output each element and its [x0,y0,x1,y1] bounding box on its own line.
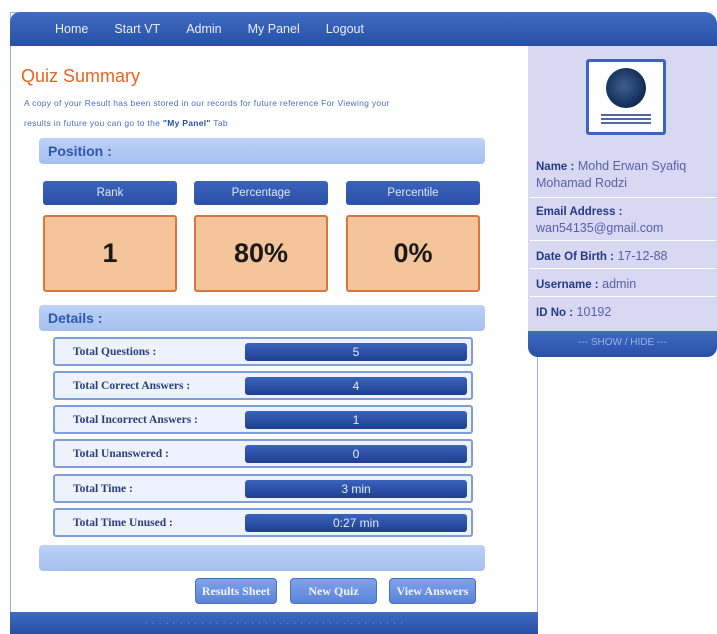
profile-dob: Date Of Birth : 17-12-88 [536,248,712,265]
percentage-label: Percentage [194,181,328,205]
logo-emblem [606,68,646,108]
profile-divider [530,296,716,297]
profile-username-label: Username : [536,279,599,291]
profile-id-label: ID No : [536,307,574,319]
detail-row-time-unused: Total Time Unused : 0:27 min [53,508,473,537]
intro-text: A copy of your Result has been stored in… [24,93,524,133]
rank-value: 1 [43,215,177,292]
show-hide-toggle[interactable]: --- SHOW / HIDE --- [528,331,717,357]
detail-value: 3 min [245,480,467,498]
nav-logout[interactable]: Logout [326,22,364,36]
detail-row-correct-answers: Total Correct Answers : 4 [53,371,473,400]
nav-my-panel[interactable]: My Panel [248,22,300,36]
new-quiz-button[interactable]: New Quiz [290,578,377,604]
profile-divider [530,268,716,269]
nav-home[interactable]: Home [55,22,88,36]
profile-name: Name : Mohd Erwan Syafiq Mohamad Rodzi [536,158,712,191]
page-footer: · · · · · · · · · · · · · · · · · · · · … [10,612,538,634]
profile-username: Username : admin [536,276,712,293]
details-footer-bar [39,545,485,571]
page-title: Quiz Summary [21,66,141,86]
detail-row-total-questions: Total Questions : 5 [53,337,473,366]
percentile-value: 0% [346,215,480,292]
university-logo-icon [586,59,666,135]
detail-label: Total Incorrect Answers : [73,414,198,426]
profile-email: Email Address : wan54135@gmail.com [536,203,712,236]
profile-email-label: Email Address : [536,206,623,218]
position-section-bar: Position : [39,138,485,164]
profile-divider [530,240,716,241]
rank-label: Rank [43,181,177,205]
details-section-bar: Details : [39,305,485,331]
profile-id: ID No : 10192 [536,304,712,321]
detail-row-total-time: Total Time : 3 min [53,474,473,503]
detail-value: 0:27 min [245,514,467,532]
profile-dob-value: 17-12-88 [617,249,668,263]
results-sheet-button[interactable]: Results Sheet [195,578,277,604]
logo-wordmark [597,112,655,126]
detail-label: Total Correct Answers : [73,380,191,392]
top-navigation-bar-right [526,12,717,46]
percentile-label: Percentile [346,181,480,205]
footer-text: · · · · · · · · · · · · · · · · · · · · … [144,617,404,629]
details-section-label: Details : [48,310,103,326]
percentage-value: 80% [194,215,328,292]
view-answers-button[interactable]: View Answers [389,578,476,604]
detail-row-incorrect-answers: Total Incorrect Answers : 1 [53,405,473,434]
profile-divider [530,197,716,198]
intro-line-2-suffix: Tab [210,118,228,128]
detail-label: Total Unanswered : [73,448,169,460]
nav-start-vt[interactable]: Start VT [114,22,160,36]
detail-label: Total Time Unused : [73,517,173,529]
intro-line-2: results in future you can go to the "My … [24,113,524,133]
detail-value: 4 [245,377,467,395]
profile-username-value: admin [602,277,637,291]
position-section-label: Position : [48,143,112,159]
profile-id-value: 10192 [576,305,612,319]
profile-name-label: Name : [536,161,575,173]
my-panel-reference: "My Panel" [162,118,211,128]
detail-value: 5 [245,343,467,361]
profile-email-value: wan54135@gmail.com [536,221,664,235]
detail-row-unanswered: Total Unanswered : 0 [53,439,473,468]
detail-label: Total Questions : [73,346,157,358]
detail-label: Total Time : [73,483,133,495]
main-nav: Home Start VT Admin My Panel Logout [10,12,390,46]
profile-dob-label: Date Of Birth : [536,251,614,263]
detail-value: 1 [245,411,467,429]
intro-line-2-prefix: results in future you can go to the [24,118,163,128]
intro-line-1: A copy of your Result has been stored in… [24,98,390,108]
nav-admin[interactable]: Admin [186,22,221,36]
detail-value: 0 [245,445,467,463]
